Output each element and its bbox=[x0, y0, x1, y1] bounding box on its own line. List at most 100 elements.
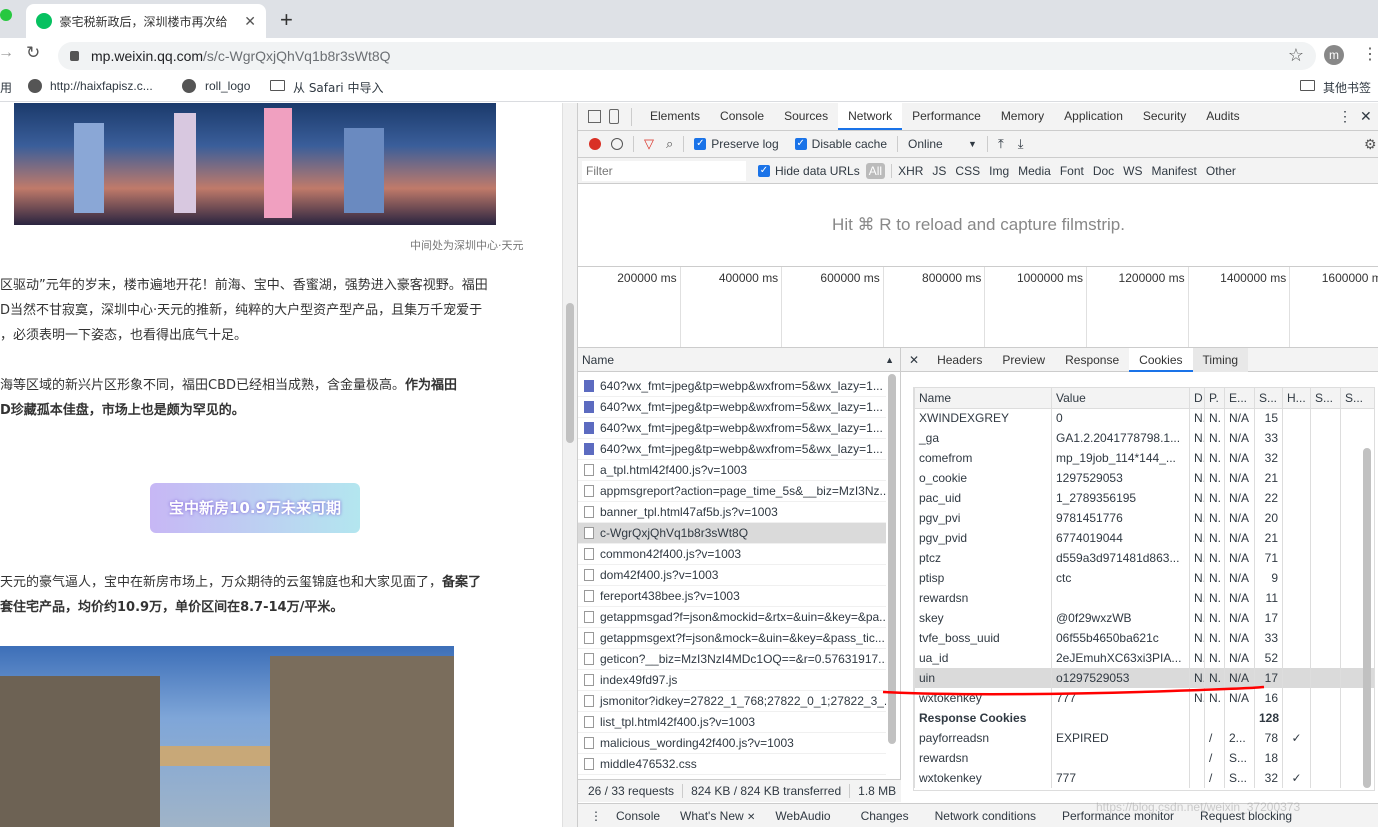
filter-type-ws[interactable]: WS bbox=[1123, 164, 1142, 178]
cookie-row[interactable]: tvfe_boss_uuid06f55b4650ba621cN.N.N/A33 bbox=[914, 628, 1374, 648]
filter-type-doc[interactable]: Doc bbox=[1093, 164, 1114, 178]
request-row[interactable]: malicious_wording42f400.js?v=1003 bbox=[578, 733, 886, 754]
drawer-tab-webaudio[interactable]: WebAudio bbox=[765, 804, 840, 827]
response-cookie-row[interactable]: rewardsn / S... 18 bbox=[914, 748, 1374, 768]
request-row[interactable]: getappmsgad?f=json&mockid=&rtx=&uin=&key… bbox=[578, 607, 886, 628]
tab-preview[interactable]: Preview bbox=[992, 348, 1055, 372]
bookmark-item[interactable]: http://haixfapisz.c... bbox=[50, 79, 153, 93]
disable-cache-checkbox[interactable]: ✓ bbox=[794, 138, 807, 150]
scrollbar-thumb[interactable] bbox=[566, 303, 574, 443]
browser-tab[interactable]: 豪宅税新政后，深圳楼市再次给 ✕ bbox=[26, 4, 266, 38]
cookie-row[interactable]: rewardsnN.N.N/A11 bbox=[914, 588, 1374, 608]
request-row[interactable]: getappmsgext?f=json&mock=&uin=&key=&pass… bbox=[578, 628, 886, 649]
tab-memory[interactable]: Memory bbox=[991, 103, 1054, 130]
chevron-down-icon[interactable]: ▼ bbox=[968, 139, 977, 149]
record-icon[interactable] bbox=[589, 138, 601, 150]
cookie-row[interactable]: pac_uid1_2789356195N.N.N/A22 bbox=[914, 488, 1374, 508]
inspect-icon[interactable] bbox=[588, 110, 601, 123]
reload-icon[interactable]: ↻ bbox=[26, 43, 40, 63]
device-toolbar-icon[interactable] bbox=[609, 109, 619, 124]
request-row[interactable]: appmsgreport?action=page_time_5s&__biz=M… bbox=[578, 481, 886, 502]
cookie-row[interactable]: comefrommp_19job_114*144_...N.N.N/A32 bbox=[914, 448, 1374, 468]
filter-input[interactable] bbox=[582, 160, 746, 181]
filter-type-other[interactable]: Other bbox=[1206, 164, 1236, 178]
request-row[interactable]: banner_tpl.html47af5b.js?v=1003 bbox=[578, 502, 886, 523]
drawer-tab-console[interactable]: Console bbox=[606, 804, 670, 827]
request-row[interactable]: 640?wx_fmt=jpeg&tp=webp&wxfrom=5&wx_lazy… bbox=[578, 376, 886, 397]
cookie-column-header[interactable]: S... bbox=[1310, 388, 1341, 409]
tab-response[interactable]: Response bbox=[1055, 348, 1129, 372]
cookie-row[interactable]: skey@0f29wxzWBN.N.N/A17 bbox=[914, 608, 1374, 628]
tab-network[interactable]: Network bbox=[838, 103, 903, 130]
address-bar[interactable]: mp.weixin.qq.com /s/c-WgrQxjQhVq1b8r3sWt… bbox=[58, 42, 1316, 70]
drawer-tab-whats-new[interactable]: What's New ✕ bbox=[670, 804, 765, 827]
request-row[interactable]: c-WgrQxjQhVq1b8r3sWt8Q bbox=[578, 523, 886, 544]
avatar[interactable]: m bbox=[1324, 45, 1344, 65]
tab-elements[interactable]: Elements bbox=[640, 103, 710, 130]
bookmark-item[interactable]: 从 Safari 中导入 bbox=[293, 79, 383, 96]
cookie-row[interactable]: o_cookie1297529053N.N.N/A21 bbox=[914, 468, 1374, 488]
request-row[interactable]: middle476532.css bbox=[578, 754, 886, 775]
cookie-column-header[interactable]: S... bbox=[1254, 388, 1283, 409]
more-icon[interactable]: ⋮ bbox=[590, 809, 602, 823]
tab-security[interactable]: Security bbox=[1133, 103, 1196, 130]
close-icon[interactable]: ✕ bbox=[244, 13, 256, 30]
request-row[interactable]: fereport438bee.js?v=1003 bbox=[578, 586, 886, 607]
tab-cookies[interactable]: Cookies bbox=[1129, 347, 1193, 372]
tab-application[interactable]: Application bbox=[1054, 103, 1133, 130]
filter-type-media[interactable]: Media bbox=[1018, 164, 1051, 178]
request-row[interactable]: 640?wx_fmt=jpeg&tp=webp&wxfrom=5&wx_lazy… bbox=[578, 439, 886, 460]
new-tab-button[interactable]: + bbox=[280, 7, 293, 33]
request-row[interactable]: geticon?__biz=MzI3NzI4MDc1OQ==&r=0.57631… bbox=[578, 649, 886, 670]
filter-icon[interactable]: ▽ bbox=[644, 136, 654, 152]
tab-timing[interactable]: Timing bbox=[1192, 347, 1249, 372]
tab-audits[interactable]: Audits bbox=[1196, 103, 1249, 130]
tab-headers[interactable]: Headers bbox=[927, 348, 992, 372]
cookies-scrollbar[interactable] bbox=[1363, 448, 1371, 788]
preserve-log-checkbox[interactable]: ✓ bbox=[694, 138, 707, 150]
menu-icon[interactable]: ⋮ bbox=[1362, 44, 1378, 64]
gear-icon[interactable]: ⚙ bbox=[1364, 136, 1377, 153]
close-icon[interactable]: ✕ bbox=[747, 812, 755, 823]
name-column-header[interactable]: Name ▲ bbox=[578, 348, 900, 372]
cookie-column-header[interactable]: Value bbox=[1051, 388, 1190, 409]
close-icon[interactable]: ✕ bbox=[909, 353, 919, 367]
import-har-icon[interactable]: ⤒ bbox=[998, 136, 1004, 152]
other-bookmarks[interactable]: 其他书签 bbox=[1323, 79, 1371, 96]
cookie-row[interactable]: ptispctcN.N.N/A9 bbox=[914, 568, 1374, 588]
cookie-row[interactable]: _gaGA1.2.2041778798.1...N.N.N/A33 bbox=[914, 428, 1374, 448]
page-scrollbar[interactable] bbox=[562, 103, 577, 827]
cookie-row[interactable]: XWINDEXGREY0N.N.N/A15 bbox=[914, 408, 1374, 428]
request-row[interactable]: 640?wx_fmt=jpeg&tp=webp&wxfrom=5&wx_lazy… bbox=[578, 418, 886, 439]
filter-type-css[interactable]: CSS bbox=[955, 164, 980, 178]
filter-type-font[interactable]: Font bbox=[1060, 164, 1084, 178]
drawer-tab-changes[interactable]: Changes bbox=[851, 804, 919, 827]
cookie-column-header[interactable]: Name bbox=[914, 388, 1052, 409]
request-row[interactable]: list_tpl.html42f400.js?v=1003 bbox=[578, 712, 886, 733]
request-row[interactable]: jsmonitor?idkey=27822_1_768;27822_0_1;27… bbox=[578, 691, 886, 712]
hide-data-urls-checkbox[interactable]: ✓ bbox=[758, 164, 770, 177]
cookie-column-header[interactable]: H... bbox=[1282, 388, 1311, 409]
export-har-icon[interactable]: ⤓ bbox=[1018, 136, 1024, 152]
filter-type-img[interactable]: Img bbox=[989, 164, 1009, 178]
request-row[interactable]: common42f400.js?v=1003 bbox=[578, 544, 886, 565]
bookmark-item[interactable]: 用 bbox=[0, 79, 12, 96]
tab-console[interactable]: Console bbox=[710, 103, 774, 130]
request-row[interactable]: dom42f400.js?v=1003 bbox=[578, 565, 886, 586]
bookmark-item[interactable]: roll_logo bbox=[205, 79, 250, 93]
tab-performance[interactable]: Performance bbox=[902, 103, 991, 130]
request-row[interactable]: a_tpl.html42f400.js?v=1003 bbox=[578, 460, 886, 481]
window-zoom-button[interactable] bbox=[0, 9, 12, 21]
filter-type-manifest[interactable]: Manifest bbox=[1152, 164, 1197, 178]
cookie-row[interactable]: pgv_pvi9781451776N.N.N/A20 bbox=[914, 508, 1374, 528]
cookie-row[interactable]: ptczd559a3d971481d863...N.N.N/A71 bbox=[914, 548, 1374, 568]
more-icon[interactable]: ⋮ bbox=[1338, 108, 1352, 125]
cookie-column-header[interactable]: D bbox=[1189, 388, 1205, 409]
clear-icon[interactable] bbox=[611, 138, 623, 150]
cookie-row[interactable]: ua_id2eJEmuhXC63xi3PIA...N.N.N/A52 bbox=[914, 648, 1374, 668]
throttle-select[interactable]: Online bbox=[908, 137, 968, 151]
filter-type-js[interactable]: JS bbox=[932, 164, 946, 178]
response-cookie-row[interactable]: payforreadsn EXPIRED /2... 78 ✓ bbox=[914, 728, 1374, 748]
cookie-column-header[interactable]: E... bbox=[1224, 388, 1255, 409]
request-row[interactable]: 640?wx_fmt=jpeg&tp=webp&wxfrom=5&wx_lazy… bbox=[578, 397, 886, 418]
